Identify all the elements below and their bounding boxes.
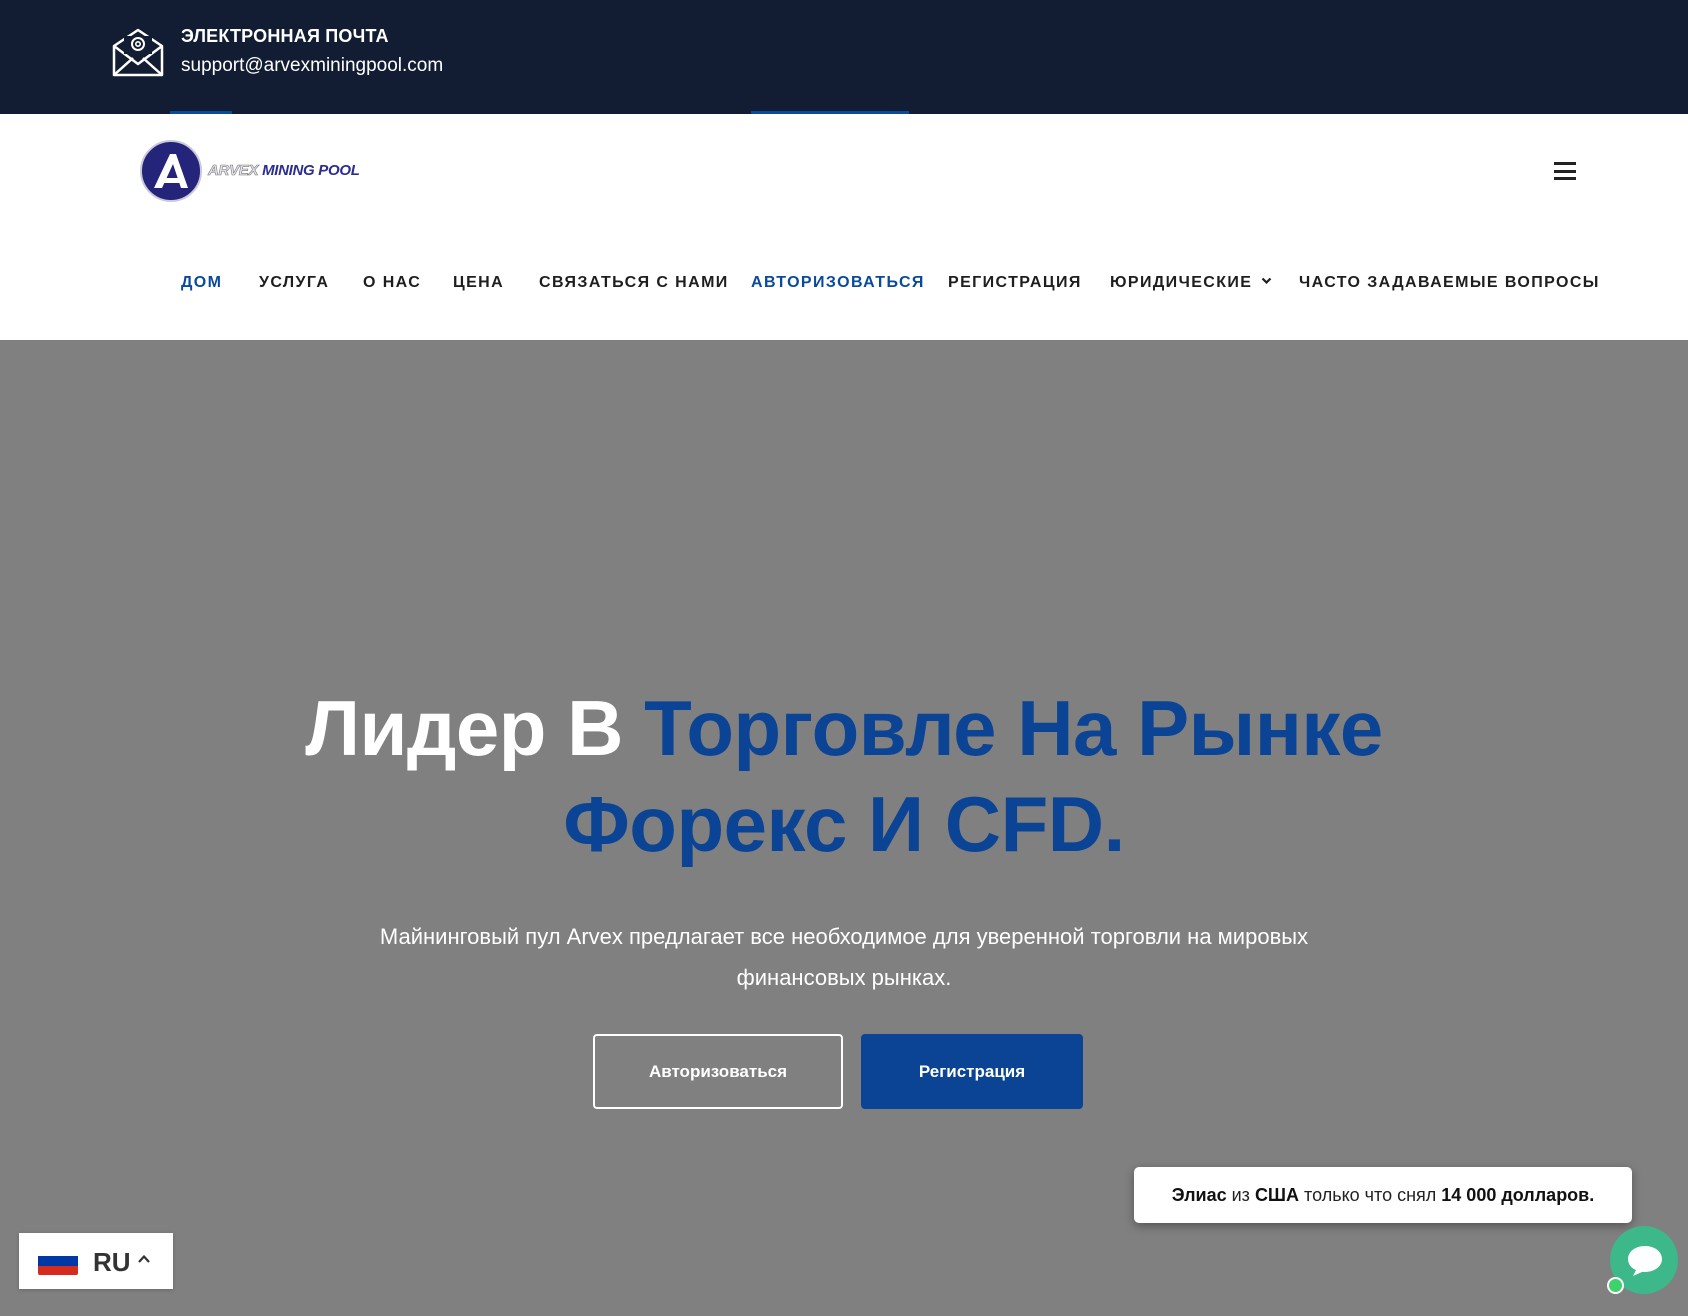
nav-item-contact[interactable]: СВЯЗАТЬСЯ С НАМИ: [539, 274, 729, 292]
russia-flag-icon: [38, 1247, 78, 1275]
nav-item-home[interactable]: ДОМ: [181, 274, 222, 292]
language-selector[interactable]: RU: [19, 1233, 173, 1289]
email-label: ЭЛЕКТРОННАЯ ПОЧТА: [181, 26, 389, 46]
hamburger-icon[interactable]: [1554, 162, 1576, 180]
hero-title-blue-line2: Форекс И CFD.: [563, 780, 1125, 868]
nav-item-price[interactable]: ЦЕНА: [453, 274, 504, 292]
hero-title-white: Лидер В: [305, 684, 645, 772]
toast-amount: 14 000 долларов.: [1441, 1184, 1595, 1205]
email-link[interactable]: support@arvexminingpool.com: [181, 55, 443, 77]
nav-item-legal[interactable]: ЮРИДИЧЕСКИЕ: [1110, 274, 1272, 292]
nav-item-service[interactable]: УСЛУГА: [259, 274, 329, 292]
toast-from: из: [1231, 1184, 1250, 1205]
language-code: RU: [93, 1247, 131, 1277]
logo-word-mining-pool: MINING POOL: [262, 162, 360, 179]
hero-subtitle: Майнинговый пул Arvex предлагает все нео…: [379, 924, 1309, 990]
site-header: ARVEX MINING POOL: [0, 114, 1688, 340]
nav-item-login[interactable]: АВТОРИЗОВАТЬСЯ: [751, 274, 925, 292]
online-status-dot: [1607, 1277, 1624, 1294]
nav-item-about[interactable]: О НАС: [363, 274, 421, 292]
hero-title-blue-line1: Торговле На Рынке: [644, 684, 1383, 772]
toast-action: только что снял: [1304, 1184, 1437, 1205]
nav-item-legal-label: ЮРИДИЧЕСКИЕ: [1110, 274, 1253, 291]
hero-register-button[interactable]: Регистрация: [861, 1034, 1083, 1109]
logo-emblem: [140, 140, 202, 202]
site-logo[interactable]: ARVEX MINING POOL: [140, 140, 370, 204]
logo-a-mark-icon: [154, 154, 188, 188]
nav-item-register[interactable]: РЕГИСТРАЦИЯ: [948, 274, 1082, 292]
logo-word-arvex: ARVEX: [208, 162, 263, 180]
chat-bubble-icon: [1628, 1246, 1662, 1276]
chevron-down-icon: [1261, 277, 1272, 285]
hero-title: Лидер В Торговле На Рынке Форекс И CFD.: [0, 680, 1688, 872]
withdrawal-toast: Элиас из США только что снял 14 000 долл…: [1134, 1167, 1632, 1223]
chevron-up-icon: [138, 1254, 150, 1263]
logo-wordmark: ARVEX MINING POOL: [208, 162, 360, 180]
envelope-at-icon: [112, 28, 164, 77]
toast-country: США: [1254, 1184, 1300, 1205]
nav-active-underline-home: [170, 111, 232, 114]
nav-item-faq[interactable]: ЧАСТО ЗАДАВАЕМЫЕ ВОПРОСЫ: [1299, 274, 1600, 292]
top-contact-bar: ЭЛЕКТРОННАЯ ПОЧТА support@arvexminingpoo…: [0, 0, 1688, 114]
toast-name: Элиас: [1171, 1184, 1227, 1205]
nav-active-underline-login: [751, 111, 909, 114]
hero-login-button[interactable]: Авторизоваться: [593, 1034, 843, 1109]
